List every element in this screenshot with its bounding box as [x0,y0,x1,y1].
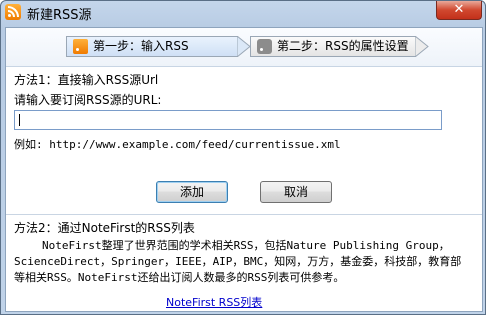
method-1-section: 方法1：直接输入RSS源Url 请输入要订阅RSS源的URL: 例如: http… [6,66,482,214]
window-title: 新建RSS源 [27,8,92,23]
url-input[interactable] [14,110,442,130]
section-divider [6,214,482,215]
rss-icon [73,39,88,54]
step-2: 第二步：RSS的属性设置 [250,36,416,57]
method-1-title: 方法1：直接输入RSS源Url [14,73,159,87]
close-icon: ✕ [453,2,465,17]
rss-icon [5,4,21,20]
method-2-description: NoteFirst整理了世界范围的学术相关RSS，包括Nature Publis… [14,239,462,284]
url-prompt: 请输入要订阅RSS源的URL: [14,93,162,107]
dialog-body: 第一步：输入RSS 第二步：RSS的属性设置 方法1：直接输入RSS源Url 请… [5,27,483,312]
step-2-arrow [415,36,429,57]
title-bar[interactable]: 新建RSS源 ✕ [1,1,485,23]
url-example: 例如: http://www.example.com/feed/currenti… [14,138,341,151]
dialog-window: 新建RSS源 ✕ 第一步：输入RSS 第二步：RSS的属性设置 方法1：直接输入… [0,0,486,315]
close-button[interactable]: ✕ [436,1,482,20]
method-2-title: 方法2：通过NoteFirst的RSS列表 [14,221,195,235]
text-caret [19,114,20,126]
step-indicator: 第一步：输入RSS 第二步：RSS的属性设置 [6,28,482,67]
step-2-label: 第二步：RSS的属性设置 [277,39,409,53]
notefirst-rss-list-link[interactable]: NoteFirst RSS列表 [166,294,262,310]
method-2-section: 方法2：通过NoteFirst的RSS列表 NoteFirst整理了世界范围的学… [6,216,482,312]
step-1: 第一步：输入RSS [66,36,238,57]
cancel-button[interactable]: 取消 [260,181,332,203]
add-button[interactable]: 添加 [156,181,228,203]
step-1-arrow [237,36,251,57]
step-1-label: 第一步：输入RSS [93,39,189,53]
settings-icon [257,39,272,54]
